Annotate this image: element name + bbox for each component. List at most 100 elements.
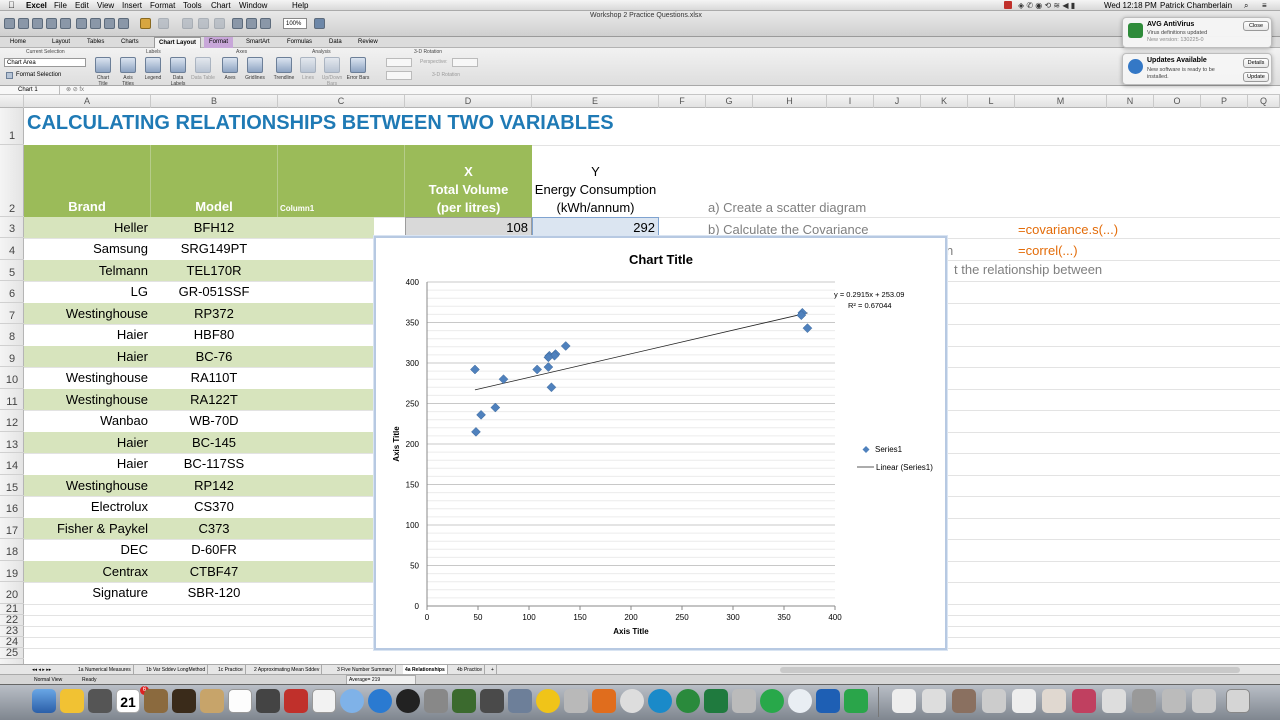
tab-review[interactable]: Review	[358, 37, 378, 48]
details-button[interactable]: Details	[1243, 58, 1269, 68]
menu-window[interactable]: Window	[239, 0, 267, 11]
browser-icon[interactable]	[648, 689, 672, 713]
model-cell[interactable]: BC-145	[151, 432, 277, 453]
menu-tools[interactable]: Tools	[183, 0, 202, 11]
gridlines-icon[interactable]	[247, 57, 263, 73]
error-bars-icon[interactable]	[350, 57, 366, 73]
row-header-10[interactable]: 10	[0, 367, 24, 389]
app5-icon[interactable]	[536, 689, 560, 713]
column-header-n[interactable]: N	[1107, 95, 1154, 108]
column-header-o[interactable]: O	[1154, 95, 1201, 108]
menu-help[interactable]: Help	[292, 0, 308, 11]
tab-tables[interactable]: Tables	[87, 37, 104, 48]
filter-icon[interactable]	[214, 18, 225, 29]
brand-cell[interactable]: Haier	[24, 453, 148, 474]
header-model[interactable]: Model	[151, 198, 277, 216]
model-cell[interactable]: SRG149PT	[151, 238, 277, 259]
word-icon[interactable]	[816, 689, 840, 713]
column-header-d[interactable]: D	[405, 95, 532, 108]
column-header-c[interactable]: C	[278, 95, 405, 108]
formula-correl[interactable]: =correl(...)	[1018, 240, 1078, 261]
menu-edit[interactable]: Edit	[75, 0, 89, 11]
name-box[interactable]: Chart 1	[4, 86, 60, 95]
thumbnail-icon[interactable]	[1042, 689, 1066, 713]
thumbnail-icon[interactable]	[892, 689, 916, 713]
column-header-g[interactable]: G	[706, 95, 753, 108]
format-selection-icon[interactable]	[6, 72, 13, 79]
app2-icon[interactable]	[452, 689, 476, 713]
tab-charts[interactable]: Charts	[121, 37, 139, 48]
header-y-line1[interactable]: Y	[532, 163, 659, 181]
brand-cell[interactable]: Haier	[24, 324, 148, 345]
row-header-4[interactable]: 4	[0, 238, 24, 260]
model-cell[interactable]: RP142	[151, 475, 277, 496]
column-header-e[interactable]: E	[532, 95, 659, 108]
trendline-icon[interactable]	[276, 57, 292, 73]
play-icon[interactable]	[760, 689, 784, 713]
thumbnail-icon[interactable]	[1102, 689, 1126, 713]
app6-icon[interactable]	[676, 689, 700, 713]
calendar-icon[interactable]: 21	[116, 689, 140, 713]
thumbnail-icon[interactable]	[1132, 689, 1156, 713]
model-cell[interactable]: RA110T	[151, 367, 277, 388]
brand-cell[interactable]: Wanbao	[24, 410, 148, 431]
row-header-17[interactable]: 17	[0, 518, 24, 539]
help-icon[interactable]	[314, 18, 325, 29]
clock[interactable]: Wed 12:18 PM	[1104, 0, 1157, 11]
excel-icon[interactable]	[704, 689, 728, 713]
task-c-partial[interactable]: n	[946, 240, 953, 261]
row-header-14[interactable]: 14	[0, 453, 24, 475]
brand-cell[interactable]: Centrax	[24, 561, 148, 582]
tab-format[interactable]: Format	[204, 37, 234, 48]
formula-icons[interactable]: ⊗ ⊘ fx	[66, 86, 84, 95]
brand-cell[interactable]: Fisher & Paykel	[24, 518, 148, 539]
thumbnail-icon[interactable]	[1012, 689, 1036, 713]
app-menu[interactable]: Excel	[26, 0, 47, 11]
row-header-19[interactable]: 19	[0, 561, 24, 582]
selection-dropdown[interactable]: Chart Area	[4, 58, 86, 67]
thumbnail-icon[interactable]	[1072, 689, 1096, 713]
format-painter-icon[interactable]	[118, 18, 129, 29]
column-header-a[interactable]: A	[24, 95, 151, 108]
model-cell[interactable]: HBF80	[151, 324, 277, 345]
print-icon[interactable]	[60, 18, 71, 29]
perspective-field[interactable]	[452, 58, 478, 67]
model-cell[interactable]: CTBF47	[151, 561, 277, 582]
e3-value[interactable]: 292	[532, 217, 655, 238]
redo-icon[interactable]	[158, 18, 169, 29]
thumbnail-icon[interactable]	[952, 689, 976, 713]
axes-button[interactable]: Axes	[218, 75, 242, 81]
contacts-icon[interactable]	[88, 689, 112, 713]
column-header-q[interactable]: Q	[1248, 95, 1280, 108]
row-header-20[interactable]: 20	[0, 582, 24, 604]
brand-cell[interactable]: Haier	[24, 432, 148, 453]
brand-cell[interactable]: Westinghouse	[24, 303, 148, 324]
thumbnail-icon[interactable]	[1162, 689, 1186, 713]
model-cell[interactable]: BFH12	[151, 217, 277, 238]
task-d-partial[interactable]: t the relationship between	[954, 259, 1102, 280]
tab-data[interactable]: Data	[329, 37, 342, 48]
thumbnail-icon[interactable]	[1192, 689, 1216, 713]
model-cell[interactable]: BC-117SS	[151, 453, 277, 474]
media-icon[interactable]	[260, 18, 271, 29]
column-header-p[interactable]: P	[1201, 95, 1248, 108]
brand-cell[interactable]: Signature	[24, 582, 148, 603]
row-header-8[interactable]: 8	[0, 324, 24, 346]
safari-icon[interactable]	[788, 689, 812, 713]
document-icon[interactable]	[228, 689, 252, 713]
brand-cell[interactable]: Westinghouse	[24, 367, 148, 388]
thumbnail-icon[interactable]	[922, 689, 946, 713]
brand-cell[interactable]: Samsung	[24, 238, 148, 259]
model-cell[interactable]: GR-051SSF	[151, 281, 277, 302]
gridlines-button[interactable]: Gridlines	[241, 75, 269, 81]
tab-layout[interactable]: Layout	[52, 37, 70, 48]
model-cell[interactable]: RA122T	[151, 389, 277, 410]
error-bars-button[interactable]: Error Bars	[344, 75, 372, 81]
row-header-25[interactable]: 25	[0, 648, 24, 659]
record-icon[interactable]	[1004, 1, 1012, 9]
notes-icon[interactable]	[60, 689, 84, 713]
brand-cell[interactable]: Electrolux	[24, 496, 148, 517]
updown-bars-icon[interactable]	[324, 57, 340, 73]
column-header-i[interactable]: I	[827, 95, 874, 108]
legend-icon[interactable]	[145, 57, 161, 73]
